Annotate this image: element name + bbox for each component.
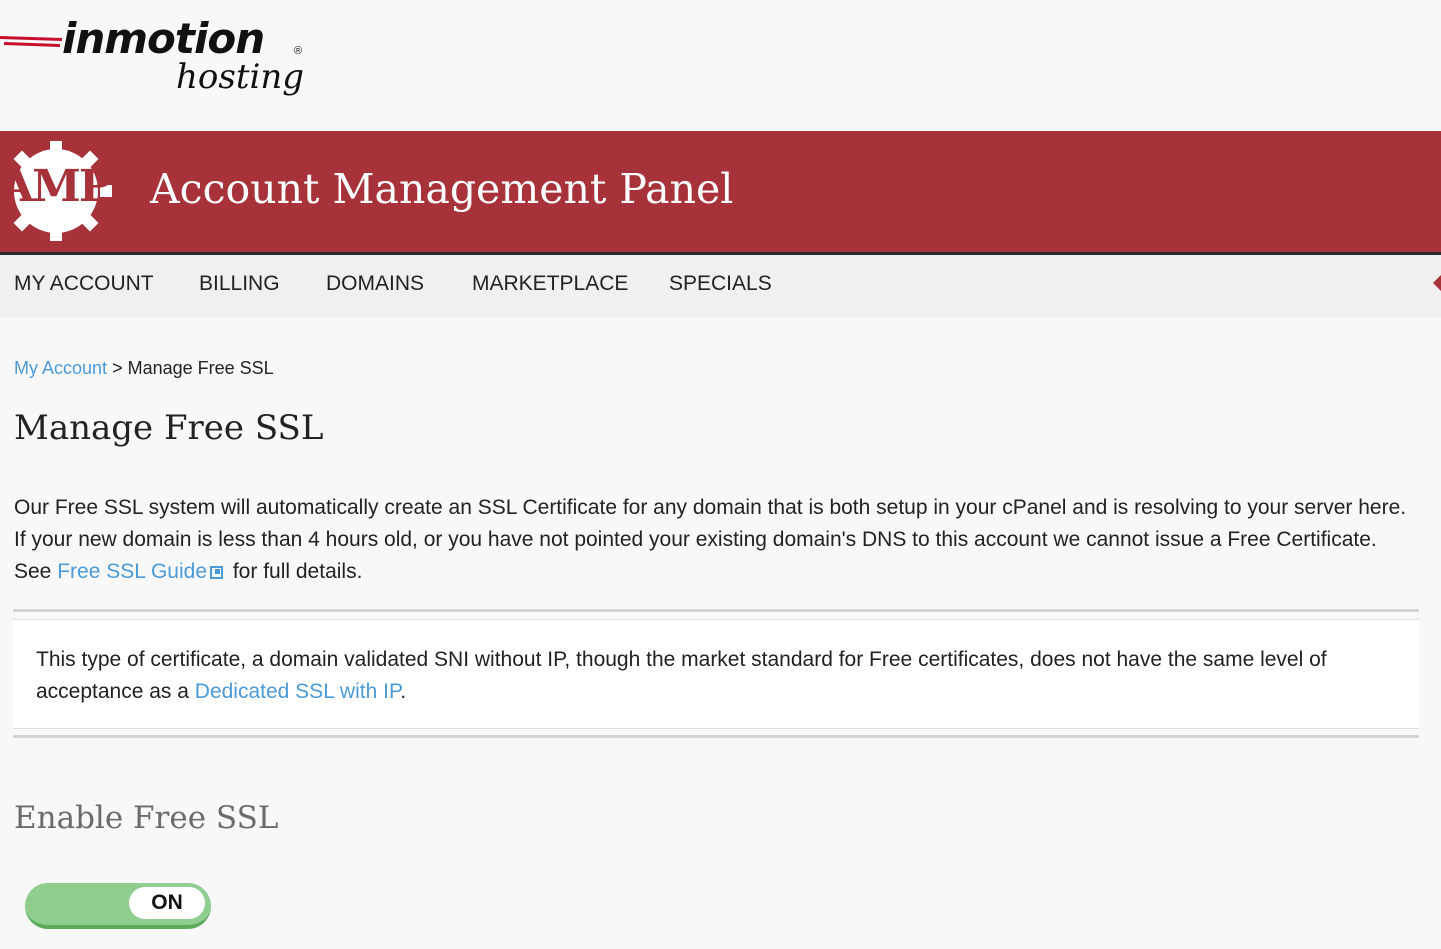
logo-registered-mark: ® [294, 45, 303, 57]
notice-text: This type of certificate, a domain valid… [36, 644, 1396, 708]
nav-item-marketplace[interactable]: MARKETPLACE [472, 272, 628, 296]
nav-item-domains[interactable]: DOMAINS [326, 272, 424, 296]
notice-text-after: . [400, 680, 407, 703]
divider-bottom [13, 735, 1419, 738]
dedicated-ssl-link[interactable]: Dedicated SSL with IP [195, 680, 400, 703]
page-title: Manage Free SSL [14, 408, 324, 448]
enable-free-ssl-title: Enable Free SSL [14, 800, 279, 836]
nav-item-my-account[interactable]: MY ACCOUNT [14, 272, 154, 296]
amp-banner: AMP Account Management Panel [0, 131, 1441, 255]
nav-item-specials[interactable]: SPECIALS [669, 272, 772, 296]
free-ssl-guide-link[interactable]: Free SSL Guide [57, 560, 207, 583]
toggle-state-label: ON [129, 887, 205, 919]
nav-edge-marker-icon[interactable] [1433, 275, 1441, 291]
enable-free-ssl-toggle[interactable]: ON [25, 883, 211, 929]
intro-text-after: for full details. [227, 560, 363, 583]
banner-title: Account Management Panel [150, 165, 734, 213]
certificate-notice-box: This type of certificate, a domain valid… [13, 619, 1419, 729]
logo-swoosh-icon [0, 36, 62, 47]
breadcrumb-current: Manage Free SSL [127, 358, 274, 378]
breadcrumb-link-my-account[interactable]: My Account [14, 358, 107, 378]
intro-paragraph: Our Free SSL system will automatically c… [14, 492, 1414, 588]
nav-item-billing[interactable]: BILLING [199, 272, 280, 296]
amp-badge-text: AMP [0, 161, 112, 212]
header-logo-area: inmotion ® hosting [0, 0, 1441, 131]
external-link-icon[interactable] [210, 566, 224, 579]
logo-subtitle: hosting [176, 57, 305, 97]
logo-wordmark: inmotion [62, 14, 265, 63]
divider-top [13, 609, 1419, 612]
breadcrumb-separator: > [112, 358, 123, 378]
breadcrumb: My Account > Manage Free SSL [14, 358, 274, 379]
main-nav: MY ACCOUNT BILLING DOMAINS MARKETPLACE S… [0, 255, 1441, 317]
